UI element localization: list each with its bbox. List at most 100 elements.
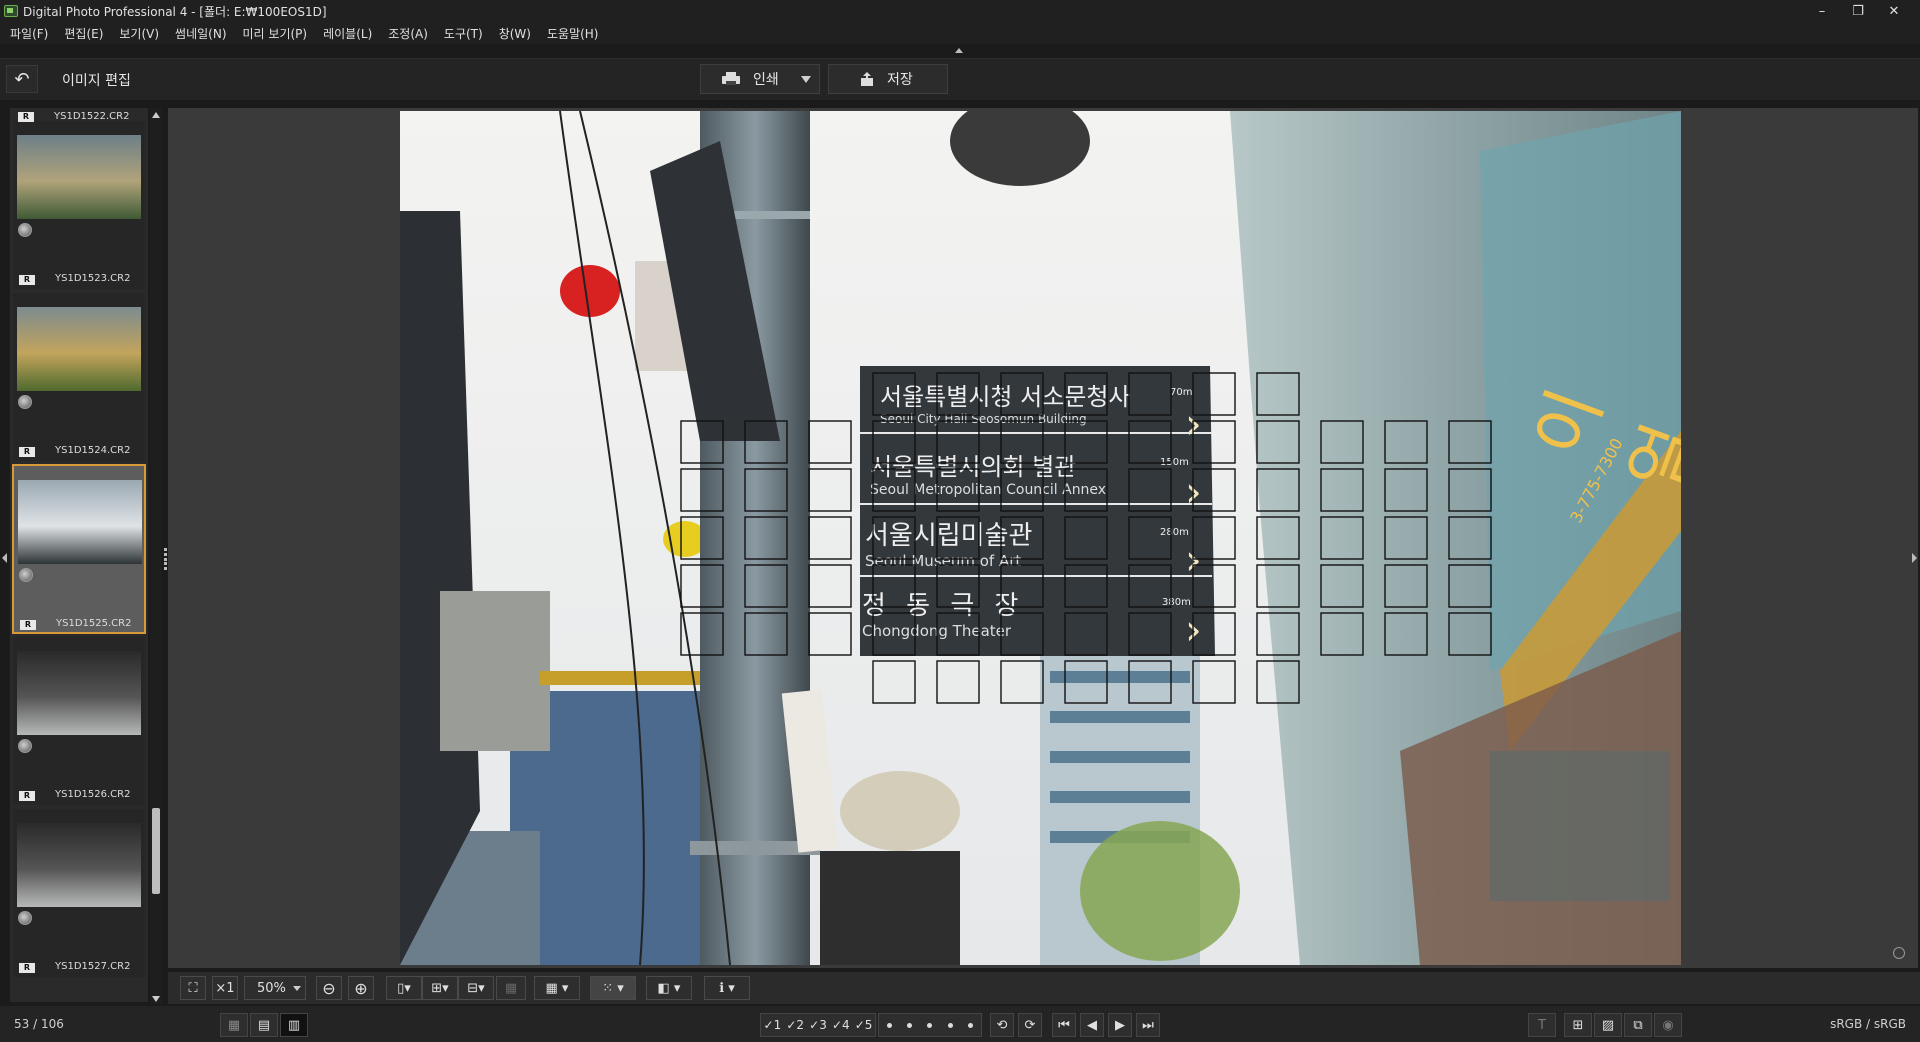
af-point <box>1448 468 1492 512</box>
af-point <box>1320 468 1364 512</box>
print-dropdown-arrow-icon[interactable] <box>801 76 811 83</box>
af-point <box>1192 660 1236 704</box>
check-2-button[interactable]: ✓2 <box>786 1018 804 1032</box>
af-point <box>1064 372 1108 416</box>
filmstrip-scrollbar[interactable] <box>150 108 162 1004</box>
filmstrip-thumbnail[interactable]: R YS1D1527.CR2 <box>12 808 146 978</box>
highlight-warning-button[interactable]: ◧ ▾ <box>646 976 692 1000</box>
menu-tools[interactable]: 도구(T) <box>436 25 491 42</box>
scroll-up-arrow-icon[interactable] <box>152 112 160 118</box>
menu-bar: 파일(F) 편집(E) 보기(V) 썸네일(N) 미리 보기(P) 레이블(L)… <box>0 22 1920 44</box>
zoom-out-button[interactable]: ⊖ <box>316 976 342 1000</box>
rotate-right-button[interactable]: ⟳ <box>1018 1013 1042 1037</box>
menu-edit[interactable]: 편집(E) <box>56 25 111 42</box>
save-button[interactable]: 저장 <box>828 64 948 94</box>
af-point <box>1064 420 1108 464</box>
thumbnail-filename: YS1D1525.CR2 <box>56 618 132 629</box>
rating-1-dot[interactable] <box>886 1022 892 1028</box>
af-point <box>1320 516 1364 560</box>
filmstrip-layout-button[interactable]: ▥ <box>280 1013 308 1037</box>
next-image-button[interactable]: ▶ <box>1108 1013 1132 1037</box>
af-point <box>1064 660 1108 704</box>
af-point <box>1128 660 1172 704</box>
grid-display-button[interactable]: ▦ ▾ <box>534 976 580 1000</box>
single-view-button[interactable]: ▯▾ <box>386 976 422 1000</box>
af-point <box>1128 564 1172 608</box>
raw-badge: R <box>20 620 36 630</box>
fit-to-window-button[interactable]: ⛶ <box>180 976 206 1000</box>
scrollbar-thumb[interactable] <box>152 808 160 894</box>
before-after-button[interactable]: ⊞ <box>1564 1013 1592 1037</box>
histogram-button[interactable]: ▨ <box>1594 1013 1622 1037</box>
actual-size-button[interactable]: ×1 <box>212 976 238 1000</box>
af-point <box>680 612 724 656</box>
camera-button[interactable]: ◉ <box>1654 1013 1682 1037</box>
check-1-button[interactable]: ✓1 <box>764 1018 782 1032</box>
rotate-left-button[interactable]: ⟲ <box>990 1013 1014 1037</box>
menu-adjust[interactable]: 조정(A) <box>380 25 436 42</box>
af-point <box>808 420 852 464</box>
collapse-left-arrow-icon[interactable] <box>2 553 7 563</box>
check-3-button[interactable]: ✓3 <box>809 1018 827 1032</box>
last-image-button[interactable]: ⏭ <box>1136 1013 1160 1037</box>
af-point <box>872 564 916 608</box>
af-points-icon: ⁙ ▾ <box>602 980 624 996</box>
previous-image-button[interactable]: ◀ <box>1080 1013 1104 1037</box>
menu-help[interactable]: 도움말(H) <box>539 25 607 42</box>
af-point <box>1128 468 1172 512</box>
menu-preview[interactable]: 미리 보기(P) <box>235 25 316 42</box>
af-point <box>1000 420 1044 464</box>
thumbnail-filename: YS1D1527.CR2 <box>55 961 131 972</box>
compare-view-button[interactable]: ⊟▾ <box>458 976 494 1000</box>
rating-4-dot[interactable] <box>947 1022 953 1028</box>
canvas-settings-icon[interactable] <box>1893 947 1905 959</box>
edited-photo[interactable]: 서울특별시청 서소문청사 Seoul City Hall Seosomun Bu… <box>400 111 1681 965</box>
next-icon: ▶ <box>1115 1017 1125 1033</box>
af-point <box>1192 564 1236 608</box>
info-button[interactable]: ℹ ▾ <box>704 976 750 1000</box>
filmstrip-thumbnail[interactable]: R YS1D1524.CR2 <box>12 292 146 462</box>
filmstrip-thumbnail[interactable]: R YS1D1523.CR2 <box>12 120 146 290</box>
menu-view[interactable]: 보기(V) <box>111 25 167 42</box>
menu-label[interactable]: 레이블(L) <box>315 25 380 42</box>
zoom-in-button[interactable]: ⊕ <box>348 976 374 1000</box>
thumbnail-filename: YS1D1523.CR2 <box>55 273 131 284</box>
list-layout-button[interactable]: ▤ <box>250 1013 278 1037</box>
check-5-button[interactable]: ✓5 <box>855 1018 873 1032</box>
first-image-button[interactable]: ⏮ <box>1052 1013 1076 1037</box>
panel-splitter-handle[interactable] <box>164 548 168 570</box>
save-label: 저장 <box>887 72 913 88</box>
sync-view-button[interactable]: ▦ <box>496 976 526 1000</box>
zoom-select[interactable]: 50% <box>244 976 306 1000</box>
zoom-out-icon: ⊖ <box>322 978 336 998</box>
rating-5-dot[interactable] <box>968 1022 974 1028</box>
check-4-button[interactable]: ✓4 <box>832 1018 850 1032</box>
collapse-right-arrow-icon[interactable] <box>1912 553 1917 563</box>
scroll-down-arrow-icon[interactable] <box>152 996 160 1002</box>
page-title: 이미지 편집 <box>62 73 131 89</box>
filmstrip-thumbnail[interactable]: R YS1D1525.CR2 <box>12 464 146 634</box>
menu-file[interactable]: 파일(F) <box>2 25 56 42</box>
af-point <box>1128 420 1172 464</box>
menu-thumbnail[interactable]: 썸네일(N) <box>167 25 234 42</box>
rotate-left-icon: ⟲ <box>996 1017 1008 1033</box>
print-button[interactable]: 인쇄 <box>700 64 820 94</box>
af-point <box>1000 564 1044 608</box>
filmstrip-thumbnail[interactable]: R YS1D1526.CR2 <box>12 636 146 806</box>
restore-button[interactable]: ❐ <box>1840 0 1876 22</box>
collapse-toolbar-arrow-icon[interactable] <box>955 48 963 53</box>
thumbnail-image <box>17 135 141 219</box>
split-view-button[interactable]: ⊞▾ <box>422 976 458 1000</box>
back-button[interactable]: ↶ <box>6 65 38 93</box>
minimize-button[interactable]: – <box>1804 0 1840 22</box>
grid-layout-button[interactable]: ▦ <box>220 1013 248 1037</box>
af-point-button[interactable]: ⁙ ▾ <box>590 976 636 1000</box>
text-overlay-button[interactable]: T <box>1528 1013 1556 1037</box>
menu-window[interactable]: 창(W) <box>491 25 539 42</box>
close-button[interactable]: ✕ <box>1876 0 1912 22</box>
raw-badge: R <box>18 112 34 122</box>
rating-3-dot[interactable] <box>927 1022 933 1028</box>
crop-button[interactable]: ⧉ <box>1624 1013 1652 1037</box>
undo-arrow-icon: ↶ <box>14 68 30 90</box>
rating-2-dot[interactable] <box>907 1022 913 1028</box>
